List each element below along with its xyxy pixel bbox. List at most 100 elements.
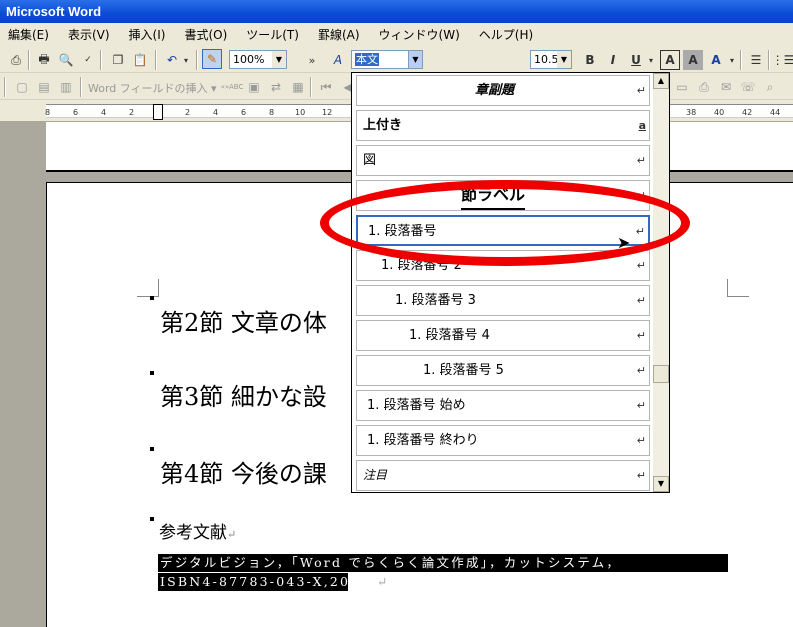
chevron-down-icon[interactable]: ▼: [408, 51, 422, 68]
style-item-label: 注目: [363, 468, 388, 482]
merge-to-printer-icon[interactable]: ⎙: [694, 77, 714, 97]
paragraph-mark: [150, 371, 154, 375]
style-value: 本文: [355, 53, 379, 66]
ruler-tick: 40: [714, 108, 725, 117]
zoom-combo[interactable]: 100% ▼: [229, 50, 287, 69]
style-item-chapter-subtitle[interactable]: 章副題 ↵: [356, 75, 650, 106]
menu-window[interactable]: ウィンドウ(W): [377, 25, 462, 44]
zoom-value: 100%: [233, 53, 265, 66]
undo-icon[interactable]: ↶: [162, 50, 182, 70]
indent-marker[interactable]: [153, 104, 163, 120]
insert-word-field-button[interactable]: Word フィールドの挿入 ▾: [88, 80, 217, 96]
citation-line-2[interactable]: ISBN4-87783-043-X,2002.↵: [158, 573, 387, 591]
undo-dropdown-icon[interactable]: ▾: [180, 50, 192, 70]
style-item-label: 1. 段落番号 3: [395, 293, 476, 308]
toolbar-separator: [310, 77, 312, 97]
return-mark-icon: ↵: [636, 294, 646, 307]
toolbar-separator: [768, 50, 770, 70]
open-data-source-icon[interactable]: ▤: [34, 77, 54, 97]
phonetic-guide-button[interactable]: A: [706, 50, 726, 70]
italic-button[interactable]: I: [603, 50, 623, 70]
first-record-icon[interactable]: ⏮: [316, 77, 336, 97]
merge-to-new-document-icon[interactable]: ▭: [672, 77, 692, 97]
scroll-down-icon[interactable]: ▼: [653, 476, 669, 492]
style-item-label: 上付き: [363, 118, 403, 133]
merge-to-fax-icon[interactable]: ☏: [738, 77, 758, 97]
references-title: 参考文献: [159, 523, 227, 543]
menu-table[interactable]: 罫線(A): [316, 25, 362, 44]
citation-line-2-text: ISBN4-87783-043-X,2002.: [160, 574, 377, 589]
numbering-icon[interactable]: ⋮☰: [772, 50, 793, 70]
menu-insert[interactable]: 挿入(I): [127, 25, 168, 44]
char-shading-button[interactable]: A: [683, 50, 703, 70]
propagate-labels-icon[interactable]: ▦: [288, 77, 308, 97]
style-item-figure[interactable]: 図 ↵: [356, 145, 650, 176]
style-combo[interactable]: 本文 ▼: [351, 50, 423, 69]
ruler-tick: 8: [45, 108, 51, 117]
style-item-superscript[interactable]: 上付き a: [356, 110, 650, 141]
underline-button[interactable]: U: [626, 50, 646, 70]
drawing-tool-icon[interactable]: ✎: [202, 49, 222, 69]
menu-format[interactable]: 書式(O): [182, 25, 229, 44]
font-size-combo[interactable]: 10.5 ▼: [530, 50, 572, 69]
print-icon[interactable]: 🖶: [34, 50, 54, 70]
recipients-icon[interactable]: ▥: [56, 77, 76, 97]
toolbar-separator: [100, 50, 102, 70]
return-mark-icon: ↵: [636, 259, 646, 272]
toolbar-separator: [28, 50, 30, 70]
ruler-tick: 2: [185, 108, 191, 117]
menu-tools[interactable]: ツール(T): [244, 25, 301, 44]
return-mark-icon: ↵: [636, 84, 646, 97]
citation-line-1[interactable]: デジタルビジョン，「Word でらくらく論文作成」，カットシステム，: [158, 554, 728, 572]
spelling-icon[interactable]: ✓: [78, 50, 98, 70]
chevron-down-icon[interactable]: ▼: [272, 51, 286, 68]
copy-icon[interactable]: ❐: [108, 50, 128, 70]
scroll-up-icon[interactable]: ▲: [653, 73, 669, 89]
menu-help[interactable]: ヘルプ(H): [477, 25, 535, 44]
permission-icon[interactable]: ⎙: [6, 50, 26, 70]
paste-icon[interactable]: 📋: [130, 50, 150, 70]
title-bar: Microsoft Word: [0, 0, 793, 23]
bold-button[interactable]: B: [580, 50, 600, 70]
underline-dropdown-icon[interactable]: ▾: [645, 50, 657, 70]
style-list-scrollbar[interactable]: ▲ ▼: [653, 73, 669, 492]
insert-word-field-label: Word フィールドの挿入: [88, 82, 208, 95]
view-merged-data-button[interactable]: «»ABC: [221, 77, 244, 97]
toolbar-grip: [4, 77, 6, 97]
heading-section-4: 第4節 今後の課: [160, 460, 327, 488]
return-mark-icon: ↵: [636, 364, 646, 377]
highlight-ellipse: [320, 180, 690, 266]
font-size-value: 10.5: [534, 53, 559, 66]
highlight-fields-icon[interactable]: ▣: [244, 77, 264, 97]
main-document-setup-icon[interactable]: ▢: [12, 77, 32, 97]
scroll-thumb[interactable]: [653, 365, 669, 383]
merge-to-email-icon[interactable]: ✉: [716, 77, 736, 97]
menu-view[interactable]: 表示(V): [66, 25, 112, 44]
style-item-para-number-4[interactable]: 1. 段落番号 4 ↵: [356, 320, 650, 351]
style-item-label: 1. 段落番号 終わり: [367, 433, 479, 448]
styles-pane-icon[interactable]: A: [328, 50, 348, 70]
menu-edit[interactable]: 編集(E): [6, 25, 51, 44]
ruler-tick: 10: [295, 108, 306, 117]
references-heading: 参考文献↵: [159, 518, 236, 543]
style-item-para-number-start[interactable]: 1. 段落番号 始め ↵: [356, 390, 650, 421]
style-item-para-number-3[interactable]: 1. 段落番号 3 ↵: [356, 285, 650, 316]
align-justify-icon[interactable]: ☰: [746, 50, 766, 70]
style-item-para-number-end[interactable]: 1. 段落番号 終わり ↵: [356, 425, 650, 456]
return-mark-icon: ↵: [636, 329, 646, 342]
style-item-para-number-5[interactable]: 1. 段落番号 5 ↵: [356, 355, 650, 386]
style-dropdown[interactable]: 章副題 ↵ 上付き a 図 ↵ 節ラベル ↵ 1. 段落番号 ↵ 1. 段落番号 2 ↵ 1…: [351, 72, 670, 493]
toolbar-separator: [196, 50, 198, 70]
toolbar-options-icon[interactable]: »: [305, 50, 319, 70]
find-entry-icon[interactable]: ⌕: [760, 77, 780, 97]
char-border-button[interactable]: A: [660, 50, 680, 70]
ruler-tick: 8: [269, 108, 275, 117]
style-item-emphasis[interactable]: 注目 ↵: [356, 460, 650, 491]
phonetic-dropdown-icon[interactable]: ▾: [726, 50, 738, 70]
chevron-down-icon[interactable]: ▼: [557, 51, 571, 68]
print-preview-icon[interactable]: 🔍: [56, 50, 76, 70]
style-item-label: 1. 段落番号 始め: [367, 398, 466, 413]
style-list: 章副題 ↵ 上付き a 図 ↵ 節ラベル ↵ 1. 段落番号 ↵ 1. 段落番号 2 ↵ 1…: [352, 73, 652, 492]
match-fields-icon[interactable]: ⇄: [266, 77, 286, 97]
return-mark-icon: ↵: [636, 434, 646, 447]
